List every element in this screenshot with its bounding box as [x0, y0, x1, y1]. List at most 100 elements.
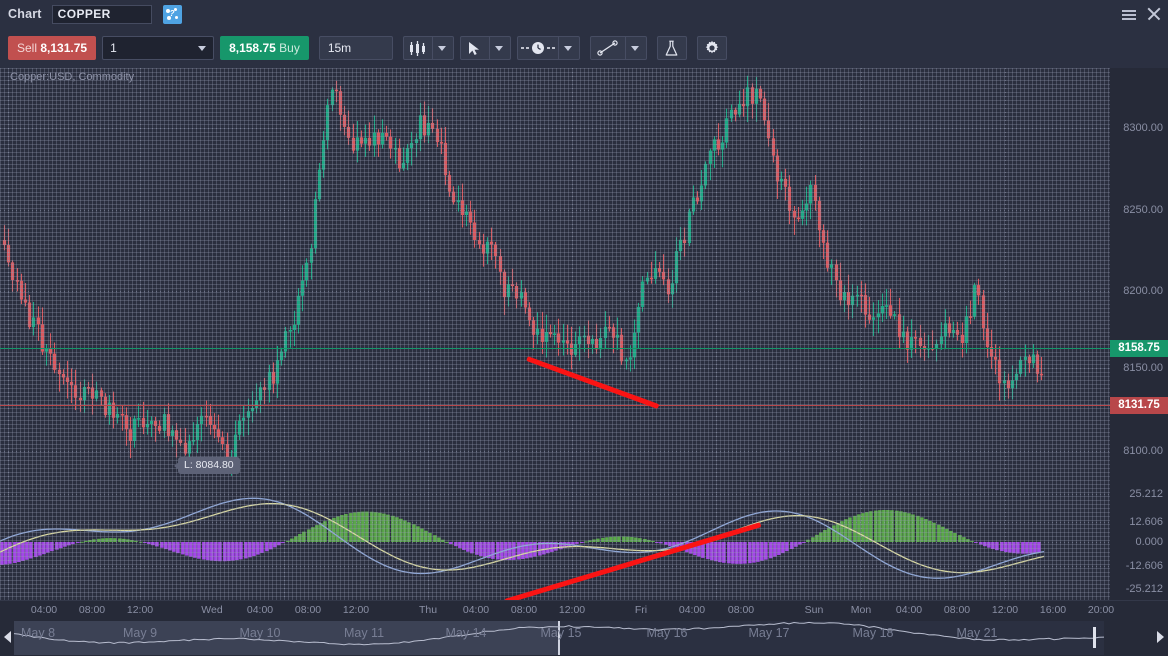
instrument-label: Copper:USD, Commodity [10, 71, 134, 83]
gridline-horizontal [0, 291, 1110, 292]
time-dropdown[interactable] [559, 37, 579, 59]
price-axis-tick: 8300.00 [1123, 122, 1163, 134]
chart-canvas[interactable]: Copper:USD, Commodity L: 8084.80 [0, 68, 1110, 600]
navigator-date-label: May 11 [344, 626, 384, 640]
scroll-left-arrow[interactable] [4, 631, 11, 643]
navigator-date-label: May 9 [123, 626, 157, 640]
chart-navigator[interactable]: May 8 May 9 May 10 May 11 May 14 May 15 May 16… [0, 620, 1168, 656]
time-axis-tick: 04:00 [679, 604, 705, 616]
time-axis-tick: 08:00 [295, 604, 321, 616]
quantity-value: 1 [110, 41, 117, 55]
time-axis-tick: 04:00 [247, 604, 273, 616]
navigator-date-label: May 18 [853, 626, 894, 640]
sell-price-badge: 8131.75 [1110, 397, 1168, 414]
macd-axis-tick: -25.212 [1126, 583, 1163, 595]
settings-button[interactable] [697, 36, 727, 60]
time-axis-tick: 08:00 [511, 604, 537, 616]
window-title: Chart [0, 7, 52, 21]
gear-icon[interactable] [698, 37, 726, 59]
buy-price-line [0, 348, 1110, 349]
cursor-dropdown[interactable] [490, 37, 510, 59]
symbol-search-icon[interactable]: ? [163, 5, 182, 24]
navigator-date-label: May 8 [21, 626, 55, 640]
flask-icon[interactable] [658, 37, 686, 59]
drawing-dropdown[interactable] [626, 37, 646, 59]
time-axis-tick: Wed [201, 604, 222, 616]
navigator-date-label: May 10 [240, 626, 281, 640]
scroll-right-arrow[interactable] [1157, 631, 1164, 643]
gridline-vertical [8, 68, 9, 600]
pointer-arrow-icon[interactable] [461, 37, 489, 59]
macd-axis-tick: 0.000 [1135, 536, 1163, 548]
navigator-date-label: May 17 [749, 626, 790, 640]
navigator-date-label: May 15 [541, 626, 582, 640]
chart-type-group[interactable] [403, 36, 454, 60]
macd-axis-tick: 25.212 [1129, 488, 1163, 500]
time-axis-tick: 04:00 [31, 604, 57, 616]
buy-button[interactable]: 8,158.75 Buy [220, 36, 309, 60]
time-axis-tick: 08:00 [79, 604, 105, 616]
clock-icon[interactable] [518, 37, 558, 59]
price-axis-tick: 8100.00 [1123, 445, 1163, 457]
price-axis[interactable]: 8300.008250.008200.008150.008100.0025.21… [1110, 68, 1168, 600]
time-axis-tick: 20:00 [1088, 604, 1114, 616]
time-axis-tick: 04:00 [896, 604, 922, 616]
time-group[interactable] [517, 36, 580, 60]
gridline-horizontal [0, 522, 1110, 523]
window-controls [1121, 0, 1162, 28]
price-axis-tick: 8200.00 [1123, 285, 1163, 297]
hamburger-menu-icon[interactable] [1121, 6, 1137, 22]
gridline-vertical [861, 68, 862, 600]
time-axis[interactable]: 04:00 08:00 12:00 Wed 04:00 08:00 12:00 Thu 04:0… [0, 600, 1168, 620]
candlestick-icon[interactable] [404, 37, 432, 59]
navigator-track[interactable]: May 8 May 9 May 10 May 11 May 14 May 15 May 16… [14, 621, 1104, 655]
buy-price-badge: 8158.75 [1110, 340, 1168, 357]
gridline-horizontal [0, 451, 1110, 452]
chart-toolbar: Sell 8,131.75 1 8,158.75 Buy 15m [0, 28, 1168, 68]
macd-axis-tick: 12.606 [1129, 516, 1163, 528]
gridline-horizontal [0, 494, 1110, 495]
gridline-vertical [284, 68, 285, 600]
time-axis-tick: 08:00 [728, 604, 754, 616]
price-axis-tick: 8250.00 [1123, 204, 1163, 216]
navigator-date-label: May 14 [446, 626, 487, 640]
close-icon[interactable] [1146, 6, 1162, 22]
buy-label: Buy [279, 41, 300, 55]
gridline-vertical [140, 68, 141, 600]
gridline-horizontal [0, 210, 1110, 211]
gridline-horizontal [0, 128, 1110, 129]
gridline-horizontal [0, 566, 1110, 567]
gridline-vertical [428, 68, 429, 600]
gridline-vertical [1005, 68, 1006, 600]
chevron-down-icon [198, 46, 206, 51]
title-bar: Chart COPPER ? [0, 0, 1168, 28]
trendline-icon[interactable] [591, 37, 625, 59]
time-axis-tick: Thu [419, 604, 437, 616]
low-price-marker: L: 8084.80 [178, 457, 240, 474]
sell-price: 8,131.75 [40, 41, 87, 55]
chevron-down-icon [495, 46, 503, 51]
drawing-group[interactable] [590, 36, 647, 60]
timeframe-dropdown[interactable]: 15m [319, 36, 393, 60]
sell-button[interactable]: Sell 8,131.75 [8, 36, 96, 60]
indicators-button[interactable] [657, 36, 687, 60]
chevron-down-icon [564, 46, 572, 51]
gridline-vertical [572, 68, 573, 600]
symbol-input[interactable]: COPPER [52, 5, 152, 24]
time-axis-tick: 04:00 [463, 604, 489, 616]
time-axis-tick: Sun [805, 604, 824, 616]
navigator-handle[interactable] [1093, 627, 1096, 648]
time-axis-tick: 08:00 [944, 604, 970, 616]
sell-label: Sell [17, 41, 37, 55]
grid-dots [0, 68, 1110, 600]
time-axis-tick: 12:00 [992, 604, 1018, 616]
macd-axis-tick: -12.606 [1126, 560, 1163, 572]
time-axis-tick: 16:00 [1040, 604, 1066, 616]
timeframe-value: 15m [328, 41, 351, 55]
time-axis-tick: Fri [635, 604, 647, 616]
quantity-dropdown[interactable]: 1 [102, 36, 214, 60]
time-axis-tick: 12:00 [127, 604, 153, 616]
cursor-group[interactable] [460, 36, 511, 60]
chart-type-dropdown[interactable] [433, 37, 453, 59]
navigator-date-label: May 16 [647, 626, 688, 640]
